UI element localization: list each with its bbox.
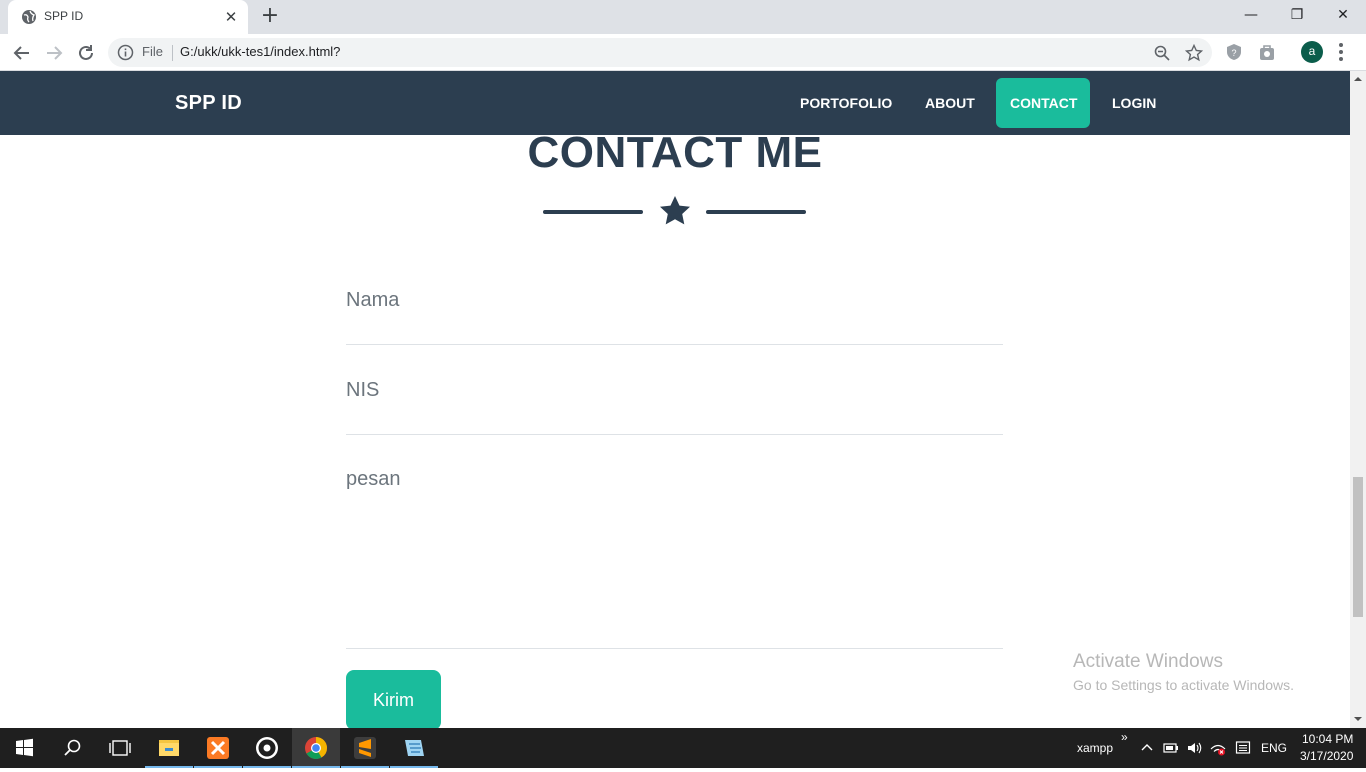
browser-toolbar: File G:/ukk/ukk-tes1/index.html? ? a [0, 34, 1366, 71]
tab-title: SPP ID [44, 9, 84, 23]
nav-login[interactable]: LOGIN [1098, 78, 1170, 128]
name-placeholder: Nama [346, 289, 400, 311]
language-indicator[interactable]: ENG [1261, 741, 1287, 755]
address-bar[interactable]: File G:/ukk/ukk-tes1/index.html? [108, 38, 1212, 67]
star-icon [660, 196, 690, 225]
message-textarea[interactable]: pesan [346, 448, 1003, 649]
divider-right [706, 210, 806, 214]
extension-shield-icon[interactable]: ? [1224, 42, 1244, 62]
tray-overflow-chevron[interactable]: » [1121, 730, 1128, 744]
action-center-icon[interactable] [1235, 740, 1251, 756]
zoom-icon[interactable] [1153, 44, 1171, 62]
reload-icon[interactable] [74, 41, 98, 65]
page-title: CONTACT ME [527, 128, 823, 177]
activate-windows-title: Activate Windows [1073, 651, 1223, 672]
nav-portofolio[interactable]: PORTOFOLIO [786, 78, 906, 128]
close-window-button[interactable]: ✕ [1320, 0, 1366, 30]
scroll-up-icon[interactable] [1354, 75, 1362, 83]
submit-button[interactable]: Kirim [346, 670, 441, 728]
info-icon[interactable] [117, 44, 134, 61]
nav-contact[interactable]: CONTACT [996, 78, 1090, 128]
new-tab-button[interactable]: + [258, 5, 282, 28]
message-placeholder: pesan [346, 468, 401, 490]
clock-time[interactable]: 10:04 PM [1302, 732, 1353, 746]
obs-icon [256, 737, 278, 759]
notepad-app[interactable] [390, 728, 438, 768]
scroll-down-icon[interactable] [1354, 715, 1362, 723]
xampp-app[interactable] [194, 728, 242, 768]
web-page: SPP ID PORTOFOLIO ABOUT CONTACT LOGIN CO… [0, 71, 1350, 728]
site-brand[interactable]: SPP ID [175, 92, 242, 115]
file-explorer-icon [159, 740, 179, 756]
show-hidden-icons-icon[interactable] [1139, 740, 1155, 756]
bookmark-star-icon[interactable] [1185, 44, 1203, 62]
globe-icon [22, 10, 36, 24]
notepad-icon [405, 740, 424, 756]
chrome-icon [305, 737, 327, 759]
nis-field[interactable]: NIS [346, 360, 1003, 435]
sublime-text-icon [354, 737, 376, 759]
browser-tab-strip: SPP ID ✕ + — ❐ ✕ [0, 0, 1366, 34]
tab-close-icon[interactable]: ✕ [222, 8, 240, 26]
minimize-button[interactable]: — [1228, 0, 1274, 30]
nis-placeholder: NIS [346, 379, 380, 401]
profile-avatar[interactable]: a [1301, 41, 1323, 63]
nav-about[interactable]: ABOUT [911, 78, 989, 128]
url-text[interactable]: G:/ukk/ukk-tes1/index.html? [180, 44, 340, 59]
search-icon[interactable] [48, 728, 96, 768]
chrome-app[interactable] [292, 728, 340, 768]
xampp-icon [207, 737, 229, 759]
clock-date[interactable]: 3/17/2020 [1300, 749, 1353, 763]
address-separator [172, 45, 173, 61]
divider-left [543, 210, 643, 214]
scroll-thumb[interactable] [1353, 477, 1363, 617]
page-scrollbar[interactable] [1350, 71, 1366, 728]
activate-windows-subtitle: Go to Settings to activate Windows. [1073, 677, 1294, 693]
name-field[interactable]: Nama [346, 270, 1003, 345]
obs-app[interactable] [243, 728, 291, 768]
task-view-icon[interactable] [96, 728, 144, 768]
network-disconnected-icon[interactable] [1210, 740, 1226, 756]
back-icon[interactable] [10, 41, 34, 65]
browser-tab[interactable]: SPP ID ✕ [8, 0, 248, 34]
file-label: File [142, 44, 163, 59]
site-navbar: SPP ID PORTOFOLIO ABOUT CONTACT LOGIN [0, 71, 1350, 135]
volume-icon[interactable] [1186, 740, 1202, 756]
tray-xampp-label[interactable]: xampp [1077, 741, 1113, 755]
sublime-text-app[interactable] [341, 728, 389, 768]
file-explorer-app[interactable] [145, 728, 193, 768]
extension-bag-icon[interactable] [1257, 42, 1277, 62]
battery-icon[interactable] [1163, 740, 1179, 756]
windows-taskbar: xampp » ENG 10:04 PM 3/17/2020 [0, 728, 1366, 768]
forward-icon[interactable] [42, 41, 66, 65]
svg-text:?: ? [1231, 48, 1236, 58]
start-icon[interactable] [0, 728, 48, 768]
menu-kebab-icon[interactable] [1336, 40, 1346, 64]
restore-button[interactable]: ❐ [1274, 0, 1320, 30]
